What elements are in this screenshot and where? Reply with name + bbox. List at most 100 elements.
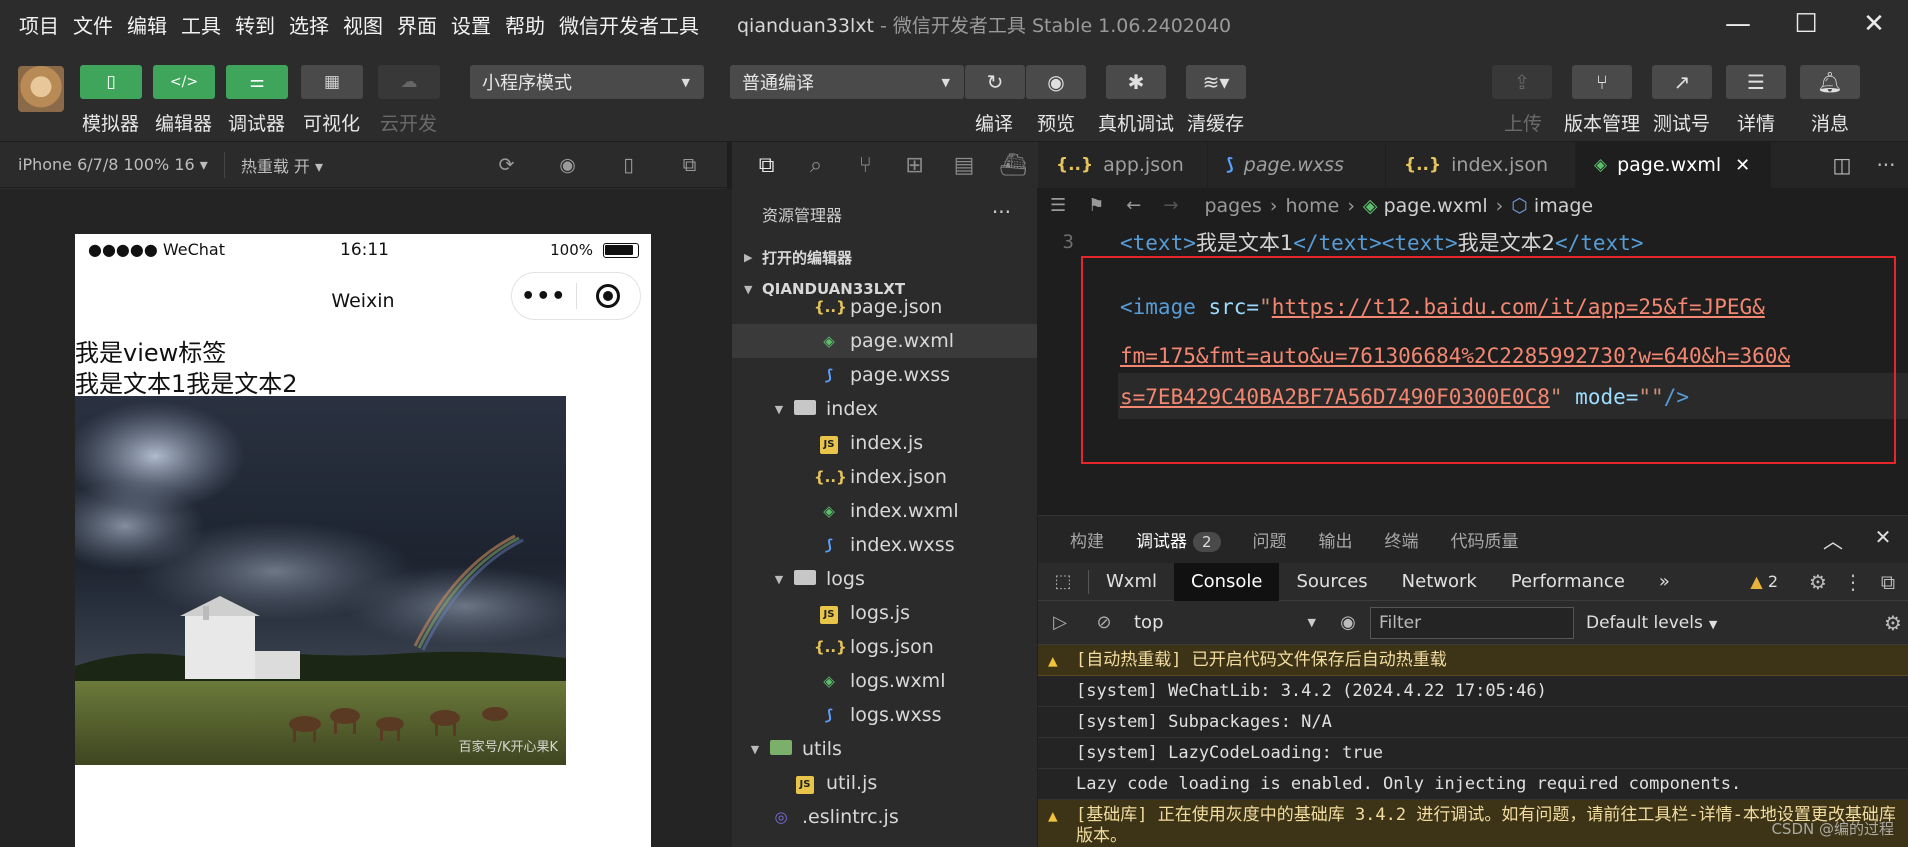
tab-sources[interactable]: Sources [1279,563,1384,601]
tree-file[interactable]: ⟆ page.wxss [732,358,1037,392]
simulator-toggle-button[interactable]: ▯ [80,65,142,99]
editor-toggle-button[interactable]: </> [153,65,215,99]
menu-item[interactable]: 转到 [235,10,275,39]
chevron-up-icon[interactable]: ︿ [1808,525,1858,554]
test-id-button[interactable]: ↗ [1652,65,1712,99]
cloud-dev-button[interactable]: ☁ [378,65,440,99]
tree-file[interactable]: JS index.js [732,426,1037,460]
log-levels-select[interactable]: Default levels ▼ [1586,613,1717,633]
docker-icon[interactable]: ⛴ [989,153,1038,178]
stop-icon[interactable]: ◉ [537,154,598,176]
forward-icon[interactable]: → [1163,195,1178,216]
tree-file[interactable]: ⟆ logs.wxss [732,698,1037,732]
open-editors-section[interactable]: ▶ 打开的编辑器 [732,240,1037,274]
editor-tab[interactable]: ◈ page.wxml ✕ [1576,142,1771,188]
device-select[interactable]: iPhone 6/7/8 100% 16 ▾ [18,155,208,174]
tree-file[interactable]: ⟆ index.wxss [732,528,1037,562]
more-tabs-icon[interactable]: » [1642,563,1687,601]
tree-file[interactable]: {..} index.json [732,460,1037,494]
tab-performance[interactable]: Performance [1494,563,1642,601]
gear-icon[interactable]: ⚙ [1878,611,1908,635]
menu-item[interactable]: 微信开发者工具 [559,10,699,39]
back-icon[interactable]: ← [1126,195,1141,216]
menu-item[interactable]: 选择 [289,10,329,39]
inspect-icon[interactable]: ⬚ [1038,571,1088,592]
tree-file[interactable]: ◎ .eslintrc.js [732,800,1037,834]
breadcrumb-item[interactable]: pages [1204,195,1261,217]
visual-toggle-button[interactable]: ▦ [301,65,363,99]
menu-item[interactable]: 设置 [451,10,491,39]
list-icon[interactable]: ☰ [1050,195,1066,216]
files-icon[interactable]: ⧉ [742,153,791,178]
clear-console-icon[interactable]: ⊘ [1082,612,1126,633]
editor-tab[interactable]: {..} index.json [1386,142,1576,188]
popout-icon[interactable]: ⧉ [659,154,720,176]
tab-network[interactable]: Network [1385,563,1494,601]
close-miniprogram-icon[interactable] [577,284,641,308]
clear-cache-button[interactable]: ≋▾ [1186,65,1246,99]
breadcrumb-item[interactable]: home [1285,195,1339,217]
gear-icon[interactable]: ⚙ [1798,570,1838,594]
tree-file[interactable]: JS util.js [732,766,1037,800]
layout-icon[interactable]: ▤ [939,153,988,178]
warning-counter[interactable]: ▲ 2 [1750,572,1778,591]
tab-code-quality[interactable]: 代码质量 [1451,527,1519,552]
menu-item[interactable]: 编辑 [127,10,167,39]
menu-item[interactable]: 文件 [73,10,113,39]
context-select[interactable]: top ▼ [1126,612,1326,633]
tree-folder[interactable]: ▼ utils [732,732,1037,766]
phone-icon[interactable]: ▯ [598,154,659,176]
tree-file[interactable]: {..} page.json [732,290,1037,324]
tree-file[interactable]: JS logs.js [732,596,1037,630]
rotate-icon[interactable]: ⟳ [476,154,537,176]
split-editor-icon[interactable]: ◫ [1820,153,1864,177]
breadcrumb-file[interactable]: ◈ page.wxml [1363,195,1488,217]
tab-build[interactable]: 构建 [1070,527,1104,552]
tab-problems[interactable]: 问题 [1253,527,1287,552]
search-icon[interactable]: ⌕ [791,153,840,178]
maximize-icon[interactable]: ☐ [1772,0,1840,48]
tree-file[interactable]: ◈ logs.wxml [732,664,1037,698]
compile-mode-select[interactable]: 普通编译 ▼ [730,65,964,99]
close-icon[interactable]: ✕ [1858,525,1908,554]
tree-file[interactable]: ◈ page.wxml [732,324,1037,358]
more-icon[interactable]: ••• [512,284,576,309]
filter-input[interactable] [1370,606,1574,639]
tab-console[interactable]: Console [1174,562,1280,601]
preview-button[interactable]: ◉ [1026,65,1086,99]
close-icon[interactable]: ✕ [1735,155,1750,176]
breadcrumb-symbol[interactable]: ⬡ image [1511,195,1593,217]
bookmark-icon[interactable]: ⚑ [1088,195,1104,216]
eye-icon[interactable]: ◉ [1326,612,1370,633]
menu-item[interactable]: 项目 [19,10,59,39]
menu-item[interactable]: 帮助 [505,10,545,39]
messages-button[interactable]: 🔔︎ [1800,65,1860,99]
kebab-icon[interactable]: ⋮ [1838,570,1868,594]
editor-tab[interactable]: {..} app.json [1038,142,1208,188]
extensions-icon[interactable]: ⊞ [890,153,939,178]
real-device-debug-button[interactable]: ✱ [1106,65,1166,99]
tree-file[interactable]: ◈ index.wxml [732,494,1037,528]
version-control-button[interactable]: ⑂ [1572,65,1632,99]
details-button[interactable]: ☰ [1726,65,1786,99]
tree-folder[interactable]: ▼ index [732,392,1037,426]
upload-button[interactable]: ⇪ [1492,65,1552,99]
dock-icon[interactable]: ⧉ [1868,570,1908,594]
hot-reload-select[interactable]: 热重载 开 ▾ [241,153,323,177]
tree-folder[interactable]: ▼ logs [732,562,1037,596]
tab-debugger[interactable]: 调试器 2 [1136,527,1221,552]
mode-select[interactable]: 小程序模式 ▼ [470,65,704,99]
tab-output[interactable]: 输出 [1319,527,1353,552]
compile-button[interactable]: ↻ [965,65,1025,99]
menu-item[interactable]: 工具 [181,10,221,39]
tab-wxml[interactable]: Wxml [1089,563,1174,601]
more-icon[interactable]: ··· [992,200,1011,224]
more-actions-icon[interactable]: ··· [1864,153,1908,177]
tab-terminal[interactable]: 终端 [1385,527,1419,552]
close-window-icon[interactable]: ✕ [1840,0,1908,48]
menu-item[interactable]: 界面 [397,10,437,39]
debugger-toggle-button[interactable]: ⚌ [226,65,288,99]
editor-tab[interactable]: ⟆ page.wxss [1208,142,1386,188]
tree-file[interactable]: {..} logs.json [732,630,1037,664]
minimize-icon[interactable]: — [1704,0,1772,48]
